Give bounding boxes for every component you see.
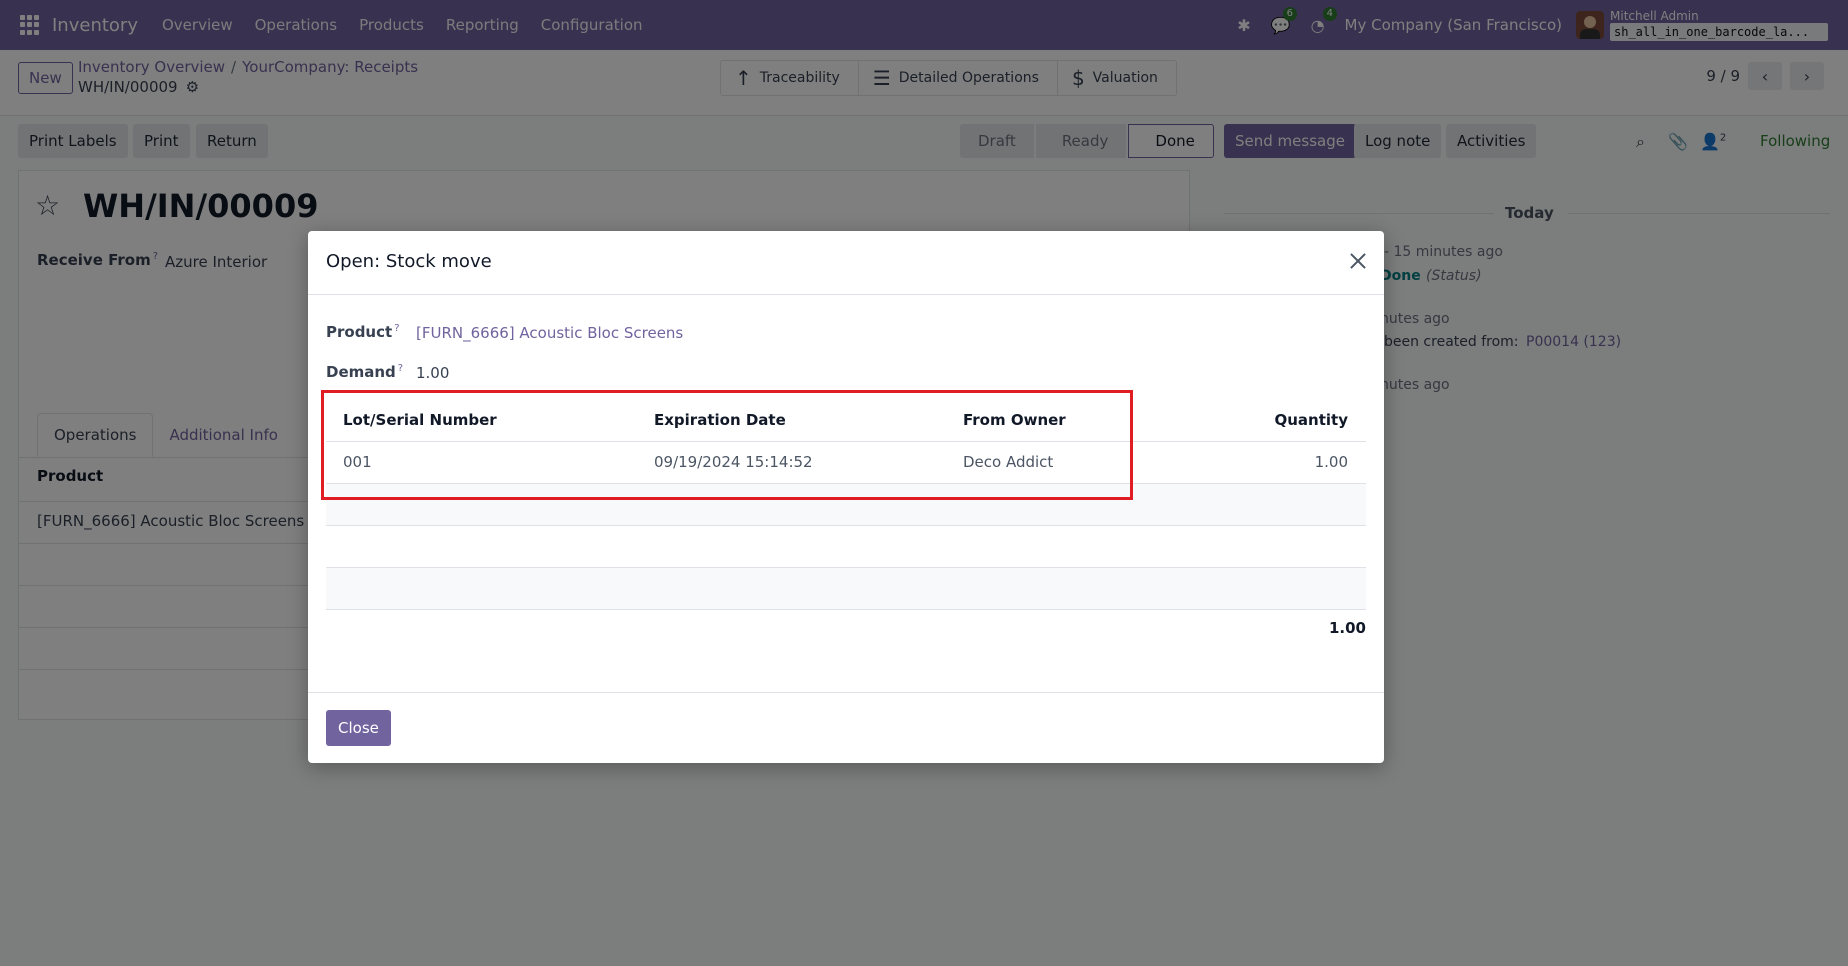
quantity-total: 1.00 [1328, 619, 1366, 637]
cell-quantity: 1.00 [1314, 453, 1348, 471]
column-quantity[interactable]: Quantity [1275, 411, 1349, 429]
table-divider [326, 609, 1366, 610]
product-label: Product? [326, 323, 400, 341]
table-divider [326, 525, 1366, 526]
dialog-header: Open: Stock move [308, 231, 1384, 295]
demand-label: Demand? [326, 363, 404, 381]
close-icon[interactable] [1346, 249, 1370, 273]
annotation-highlight-box [321, 390, 1133, 500]
help-tooltip-icon[interactable]: ? [398, 363, 403, 374]
close-button[interactable]: Close [326, 710, 391, 746]
table-row-empty [326, 568, 1366, 610]
dialog-title: Open: Stock move [326, 251, 492, 272]
product-value[interactable]: [FURN_6666] Acoustic Bloc Screens [416, 324, 683, 342]
help-tooltip-icon[interactable]: ? [394, 323, 399, 334]
dialog-footer: Close [308, 692, 1384, 763]
demand-value: 1.00 [416, 364, 450, 382]
